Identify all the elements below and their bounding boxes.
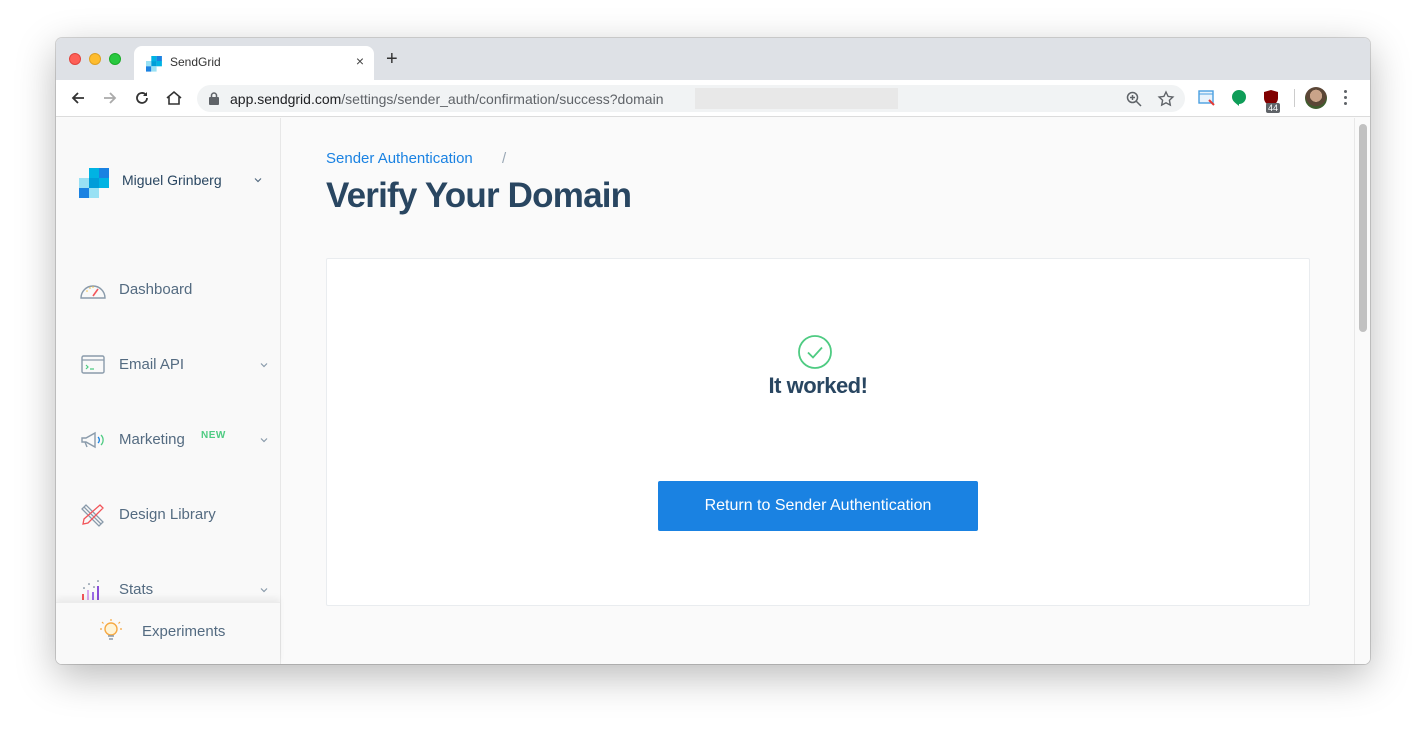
sidebar-item-dashboard[interactable]: Dashboard: [56, 270, 281, 310]
breadcrumb-separator: /: [502, 150, 507, 167]
sidebar-item-marketing[interactable]: Marketing NEW: [56, 420, 281, 460]
scrollbar-thumb[interactable]: [1359, 124, 1367, 332]
sidebar-item-label: Stats: [119, 581, 154, 598]
sidebar-item-design-library[interactable]: Design Library: [56, 495, 281, 535]
url-path: /settings/sender_auth/confirmation/succe…: [341, 91, 664, 107]
tab-bar: SendGrid × +: [56, 38, 1370, 80]
sidebar-item-label: Design Library: [119, 506, 216, 523]
extension-screen-capture-icon[interactable]: [1198, 89, 1216, 107]
browser-window: SendGrid × + app.sendgrid.com/settings/s…: [56, 38, 1370, 664]
url-text: app.sendgrid.com/settings/sender_auth/co…: [230, 91, 663, 107]
main-panel: Sender Authentication / Verify Your Doma…: [282, 118, 1354, 664]
breadcrumb-sender-authentication[interactable]: Sender Authentication: [326, 150, 473, 167]
sendgrid-logo-icon: [79, 168, 109, 198]
minimize-window-button[interactable]: [89, 53, 101, 65]
sidebar-item-label: Email API: [119, 356, 185, 373]
browser-menu-icon[interactable]: [1344, 90, 1348, 106]
terminal-window-icon: [81, 355, 105, 374]
megaphone-icon: [81, 431, 104, 449]
lock-icon: [209, 92, 219, 105]
new-tab-button[interactable]: +: [386, 49, 398, 69]
sidebar-item-experiments[interactable]: Experiments: [56, 602, 280, 664]
address-bar[interactable]: app.sendgrid.com/settings/sender_auth/co…: [197, 85, 1185, 112]
reload-icon[interactable]: [132, 88, 152, 108]
dashboard-gauge-icon: [80, 285, 106, 299]
bar-stats-icon: [82, 580, 99, 600]
zoom-icon[interactable]: [1125, 90, 1143, 108]
page-title: Verify Your Domain: [326, 176, 632, 215]
bookmark-star-icon[interactable]: [1157, 90, 1175, 108]
success-message: It worked!: [768, 373, 868, 398]
new-badge: NEW: [201, 430, 226, 441]
extension-badge-count: 44: [1266, 103, 1281, 113]
page-scrollbar[interactable]: [1354, 118, 1370, 664]
sidebar: Miguel Grinberg Dashboard Email API Mark…: [56, 118, 281, 664]
sidebar-item-label: Dashboard: [119, 281, 193, 298]
chevron-down-icon: [260, 363, 268, 368]
page-content: Miguel Grinberg Dashboard Email API Mark…: [56, 118, 1370, 664]
account-switcher[interactable]: Miguel Grinberg: [122, 172, 222, 188]
close-window-button[interactable]: [69, 53, 81, 65]
sidebar-item-email-api[interactable]: Email API: [56, 345, 281, 385]
profile-avatar[interactable]: [1305, 87, 1327, 109]
chevron-down-icon: [260, 438, 268, 443]
lightbulb-icon: [100, 619, 122, 640]
chevron-down-icon: [260, 588, 268, 593]
sidebar-item-label: Marketing: [119, 431, 185, 448]
redacted-url-segment: [695, 88, 898, 109]
return-to-sender-authentication-button[interactable]: Return to Sender Authentication: [658, 481, 978, 531]
success-check-icon: [798, 335, 832, 369]
forward-arrow-icon[interactable]: [100, 88, 120, 108]
back-arrow-icon[interactable]: [68, 88, 88, 108]
url-host: app.sendgrid.com: [230, 91, 342, 107]
sendgrid-favicon-icon: [146, 56, 162, 72]
toolbar-separator: [1294, 89, 1295, 107]
sidebar-footer-label: Experiments: [142, 623, 226, 640]
confirmation-card: It worked! Return to Sender Authenticati…: [326, 258, 1310, 606]
maximize-window-button[interactable]: [109, 53, 121, 65]
tab-close-icon[interactable]: ×: [356, 53, 364, 69]
home-icon[interactable]: [164, 88, 184, 108]
browser-toolbar: app.sendgrid.com/settings/sender_auth/co…: [56, 80, 1370, 117]
extension-hangouts-icon[interactable]: [1230, 89, 1248, 107]
account-chevron-down-icon[interactable]: [254, 176, 262, 184]
pencil-ruler-icon: [81, 504, 104, 527]
browser-tab-sendgrid[interactable]: SendGrid ×: [134, 46, 374, 80]
tab-title: SendGrid: [170, 55, 221, 69]
